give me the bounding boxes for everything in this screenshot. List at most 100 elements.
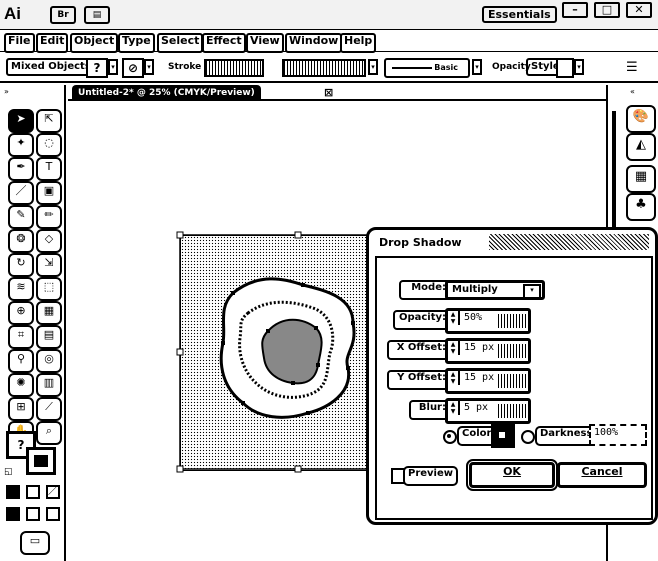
menu-edit[interactable]: Edit: [36, 33, 69, 53]
stroke-color-box[interactable]: [26, 447, 56, 475]
gradient-tool-icon[interactable]: ▤: [36, 325, 62, 349]
expand-panels-icon[interactable]: «: [630, 87, 635, 96]
perspective-grid-tool-icon[interactable]: ▦: [36, 301, 62, 325]
fill-swatch[interactable]: ?: [86, 58, 108, 78]
slice-tool-icon[interactable]: ⟋: [36, 397, 62, 421]
dialog-title: Drop Shadow: [375, 236, 466, 249]
color-mode-button[interactable]: [6, 485, 20, 499]
zoom-tool-icon[interactable]: ⌕: [36, 421, 62, 445]
rectangle-tool-icon[interactable]: ▣: [36, 181, 62, 205]
menu-object[interactable]: Object: [70, 33, 119, 53]
panel-menu-icon[interactable]: ☰: [626, 60, 638, 75]
opacity-stepper-icon[interactable]: ▲ ▼: [448, 311, 460, 325]
artboard-tool-icon[interactable]: ⊞: [8, 397, 34, 421]
workspace-switcher[interactable]: Essentials: [482, 6, 557, 23]
menu-view[interactable]: View: [246, 33, 284, 53]
stroke-swatch[interactable]: ⊘: [122, 58, 144, 78]
default-colors-icon[interactable]: ◱: [4, 467, 13, 477]
menu-bar: File Edit Object Type Select Effect View…: [0, 30, 658, 53]
stroke-weight-field[interactable]: [204, 59, 264, 77]
minimize-button[interactable]: –: [562, 2, 588, 18]
bridge-button[interactable]: Br: [50, 6, 76, 24]
inner-blob-shape: [261, 318, 323, 385]
opacity-label: Opacity:: [393, 310, 451, 330]
darkness-field[interactable]: 100%: [589, 424, 647, 446]
ok-button[interactable]: OK: [466, 459, 558, 491]
line-tool-icon[interactable]: ／: [8, 181, 34, 205]
free-transform-tool-icon[interactable]: ⬚: [36, 277, 62, 301]
mode-label: Mode:: [399, 280, 451, 300]
magic-wand-tool-icon[interactable]: ✦: [8, 133, 34, 157]
shadow-color-swatch[interactable]: [491, 424, 515, 448]
application-bar: Ai Br ▤ Essentials – □ ✕: [0, 0, 658, 30]
graphic-style-swatch[interactable]: [556, 58, 574, 78]
pen-tool-icon[interactable]: ✒: [8, 157, 34, 181]
profile-dropdown-icon[interactable]: ▾: [368, 59, 378, 75]
dialog-body: Mode: Multiply ▾ Opacity: ▲ ▼ 50% X Offse…: [375, 256, 653, 520]
arrange-documents-button[interactable]: ▤: [84, 6, 110, 24]
scale-tool-icon[interactable]: ⇲: [36, 253, 62, 277]
menu-help[interactable]: Help: [340, 33, 377, 53]
selection-tool-icon[interactable]: ➤: [8, 109, 34, 133]
y-offset-stepper-icon[interactable]: ▲ ▼: [448, 371, 460, 385]
eyedropper-tool-icon[interactable]: ⚲: [8, 349, 34, 373]
swatches-panel-icon[interactable]: ▦: [626, 165, 656, 193]
cancel-button[interactable]: Cancel: [557, 462, 647, 488]
pencil-tool-icon[interactable]: ✏: [36, 205, 62, 229]
draw-inside-button[interactable]: [46, 507, 60, 521]
blur-stepper-icon[interactable]: ▲ ▼: [448, 401, 460, 415]
gradient-mode-button[interactable]: [26, 485, 40, 499]
control-bar: Mixed Objects ? ▾ ⊘ ▾ Stroke ▾ Basic ▾ O…: [0, 53, 658, 83]
document-tab[interactable]: Untitled-2* @ 25% (CMYK/Preview): [72, 85, 261, 101]
fill-dropdown-icon[interactable]: ▾: [108, 59, 118, 75]
brush-definition[interactable]: Basic: [384, 58, 470, 78]
screen-mode-button[interactable]: ▭: [20, 531, 50, 555]
variable-width-profile[interactable]: [282, 59, 366, 77]
column-graph-tool-icon[interactable]: ▥: [36, 373, 62, 397]
stroke-dropdown-icon[interactable]: ▾: [144, 59, 154, 75]
eraser-tool-icon[interactable]: ◇: [36, 229, 62, 253]
brush-dropdown-icon[interactable]: ▾: [472, 59, 482, 75]
field-texture: [498, 404, 526, 418]
menu-select[interactable]: Select: [157, 33, 204, 53]
lasso-tool-icon[interactable]: ◌: [36, 133, 62, 157]
mesh-tool-icon[interactable]: ⌗: [8, 325, 34, 349]
style-dropdown-icon[interactable]: ▾: [574, 59, 584, 75]
menu-file[interactable]: File: [4, 33, 35, 53]
mode-select[interactable]: Multiply ▾: [445, 280, 545, 300]
menu-window[interactable]: Window: [285, 33, 343, 53]
blob-brush-tool-icon[interactable]: ❂: [8, 229, 34, 253]
close-window-button[interactable]: ✕: [626, 2, 652, 18]
x-offset-stepper-icon[interactable]: ▲ ▼: [448, 341, 460, 355]
opacity-field[interactable]: ▲ ▼ 50%: [445, 308, 531, 334]
blur-field[interactable]: ▲ ▼ 5 px: [445, 398, 531, 424]
menu-type[interactable]: Type: [118, 33, 155, 53]
symbol-sprayer-tool-icon[interactable]: ✺: [8, 373, 34, 397]
maximize-button[interactable]: □: [594, 2, 620, 18]
preview-label[interactable]: Preview: [403, 466, 459, 486]
menu-effect[interactable]: Effect: [202, 33, 246, 53]
darkness-radio[interactable]: [521, 430, 535, 444]
color-panel-icon[interactable]: 🎨: [626, 105, 656, 133]
none-mode-button[interactable]: ／: [46, 485, 60, 499]
x-offset-field[interactable]: ▲ ▼ 15 px: [445, 338, 531, 364]
rotate-tool-icon[interactable]: ↻: [8, 253, 34, 277]
y-offset-field[interactable]: ▲ ▼ 15 px: [445, 368, 531, 394]
stroke-label[interactable]: Stroke: [168, 62, 201, 72]
collapse-toolbar-icon[interactable]: »: [4, 87, 9, 96]
dock-gripper[interactable]: [612, 111, 616, 231]
draw-behind-button[interactable]: [26, 507, 40, 521]
color-guide-panel-icon[interactable]: ◭: [626, 133, 656, 161]
opacity-label[interactable]: Opacity: [492, 62, 531, 72]
color-radio[interactable]: [443, 430, 457, 444]
blend-tool-icon[interactable]: ◎: [36, 349, 62, 373]
warp-tool-icon[interactable]: ≋: [8, 277, 34, 301]
close-document-icon[interactable]: ⊠: [324, 86, 333, 99]
paintbrush-tool-icon[interactable]: ✎: [8, 205, 34, 229]
direct-selection-tool-icon[interactable]: ⇱: [36, 109, 62, 133]
dialog-title-bar[interactable]: [489, 234, 649, 250]
draw-normal-button[interactable]: [6, 507, 20, 521]
brushes-panel-icon[interactable]: ♣: [626, 193, 656, 221]
type-tool-icon[interactable]: T: [36, 157, 62, 181]
shape-builder-tool-icon[interactable]: ⊕: [8, 301, 34, 325]
